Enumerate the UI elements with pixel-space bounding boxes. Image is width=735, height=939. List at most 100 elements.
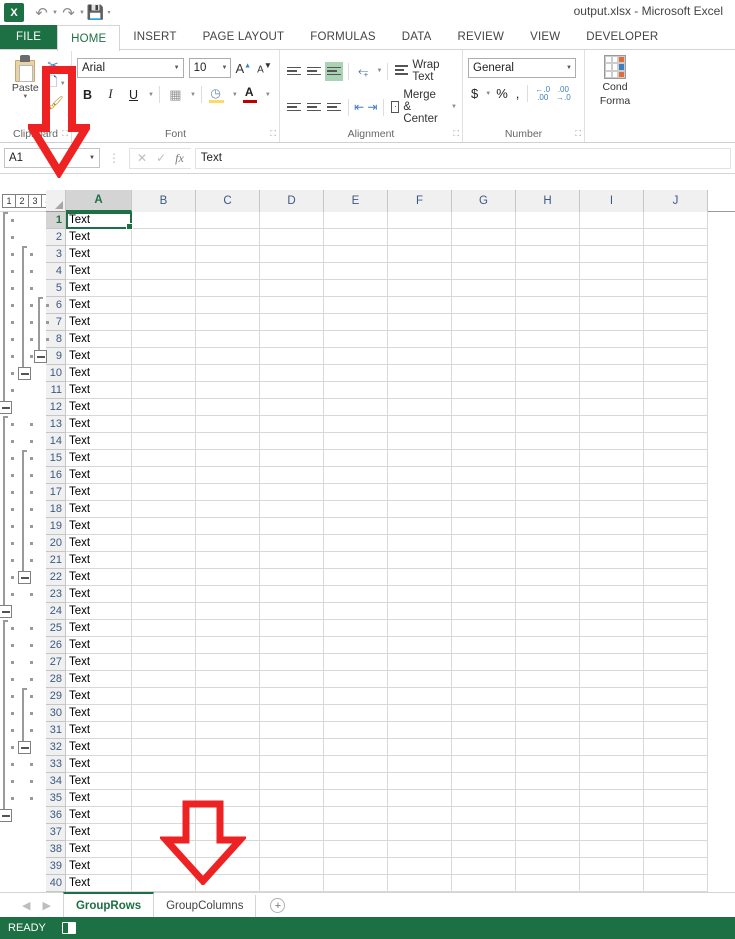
conditional-formatting-icon[interactable] [604,55,626,79]
tab-file[interactable]: FILE [0,25,58,49]
cell-J7[interactable] [644,314,708,331]
cell-G19[interactable] [452,518,516,535]
cell-E29[interactable] [324,688,388,705]
cell-I30[interactable] [580,705,644,722]
cell-G28[interactable] [452,671,516,688]
cell-C20[interactable] [196,535,260,552]
cell-H31[interactable] [516,722,580,739]
row-header-35[interactable]: 35 [46,790,66,807]
cell-J29[interactable] [644,688,708,705]
cell-J39[interactable] [644,858,708,875]
cell-C27[interactable] [196,654,260,671]
cell-B14[interactable] [132,433,196,450]
cell-A21[interactable]: Text [66,552,132,569]
outline-gutter-cell[interactable] [0,671,46,688]
cell-A38[interactable]: Text [66,841,132,858]
cell-A25[interactable]: Text [66,620,132,637]
cell-H28[interactable] [516,671,580,688]
cell-E28[interactable] [324,671,388,688]
cell-E6[interactable] [324,297,388,314]
cell-J26[interactable] [644,637,708,654]
row-header-13[interactable]: 13 [46,416,66,433]
cell-I13[interactable] [580,416,644,433]
cell-F16[interactable] [388,467,452,484]
cell-E20[interactable] [324,535,388,552]
cell-H11[interactable] [516,382,580,399]
align-top-button[interactable] [285,62,303,81]
cell-A26[interactable]: Text [66,637,132,654]
cell-A37[interactable]: Text [66,824,132,841]
cell-F19[interactable] [388,518,452,535]
cell-F39[interactable] [388,858,452,875]
sheet-tab-groupcolumns[interactable]: GroupColumns [154,895,257,917]
cell-C6[interactable] [196,297,260,314]
cell-G9[interactable] [452,348,516,365]
cell-E25[interactable] [324,620,388,637]
cell-D7[interactable] [260,314,324,331]
cell-B2[interactable] [132,229,196,246]
cell-C4[interactable] [196,263,260,280]
cell-E10[interactable] [324,365,388,382]
cell-F25[interactable] [388,620,452,637]
cell-C28[interactable] [196,671,260,688]
cell-B23[interactable] [132,586,196,603]
outline-gutter-cell[interactable] [0,246,46,263]
cell-B26[interactable] [132,637,196,654]
tab-insert[interactable]: INSERT [120,25,189,49]
cell-B15[interactable] [132,450,196,467]
cell-F2[interactable] [388,229,452,246]
cell-E19[interactable] [324,518,388,535]
font-color-dropdown-icon[interactable]: ▼ [265,92,271,98]
cell-H23[interactable] [516,586,580,603]
cell-E21[interactable] [324,552,388,569]
cell-B24[interactable] [132,603,196,620]
font-size-caret-icon[interactable]: ▼ [222,65,228,71]
cell-A34[interactable]: Text [66,773,132,790]
cell-I26[interactable] [580,637,644,654]
row-header-38[interactable]: 38 [46,841,66,858]
outline-gutter-cell[interactable] [0,229,46,246]
cell-C31[interactable] [196,722,260,739]
cell-D9[interactable] [260,348,324,365]
cell-A7[interactable]: Text [66,314,132,331]
cell-G18[interactable] [452,501,516,518]
redo-icon[interactable]: ↷ [59,3,78,22]
cell-J9[interactable] [644,348,708,365]
increase-font-size-button[interactable]: A▲ [233,61,253,76]
cell-G3[interactable] [452,246,516,263]
row-header-25[interactable]: 25 [46,620,66,637]
cell-F15[interactable] [388,450,452,467]
cell-H1[interactable] [516,212,580,229]
fill-color-button[interactable]: ◷ [207,84,228,105]
outline-gutter-cell[interactable] [0,535,46,552]
orientation-dropdown-icon[interactable]: ▼ [376,68,382,74]
row-header-4[interactable]: 4 [46,263,66,280]
cell-G12[interactable] [452,399,516,416]
cell-F6[interactable] [388,297,452,314]
cell-F10[interactable] [388,365,452,382]
align-right-button[interactable] [325,98,343,117]
cell-F12[interactable] [388,399,452,416]
cell-B30[interactable] [132,705,196,722]
cell-I1[interactable] [580,212,644,229]
cell-C21[interactable] [196,552,260,569]
column-header-h[interactable]: H [516,190,580,212]
cell-H13[interactable] [516,416,580,433]
cell-J36[interactable] [644,807,708,824]
cell-A29[interactable]: Text [66,688,132,705]
cell-C7[interactable] [196,314,260,331]
cell-F23[interactable] [388,586,452,603]
cell-E18[interactable] [324,501,388,518]
cell-A40[interactable]: Text [66,875,132,892]
cell-H33[interactable] [516,756,580,773]
cell-G17[interactable] [452,484,516,501]
cell-J19[interactable] [644,518,708,535]
cell-G10[interactable] [452,365,516,382]
cell-E13[interactable] [324,416,388,433]
save-icon[interactable]: 💾 [86,3,105,22]
cell-I17[interactable] [580,484,644,501]
currency-dropdown-icon[interactable]: ▼ [485,91,491,97]
cell-G39[interactable] [452,858,516,875]
tab-developer[interactable]: DEVELOPER [573,25,671,49]
cell-G14[interactable] [452,433,516,450]
